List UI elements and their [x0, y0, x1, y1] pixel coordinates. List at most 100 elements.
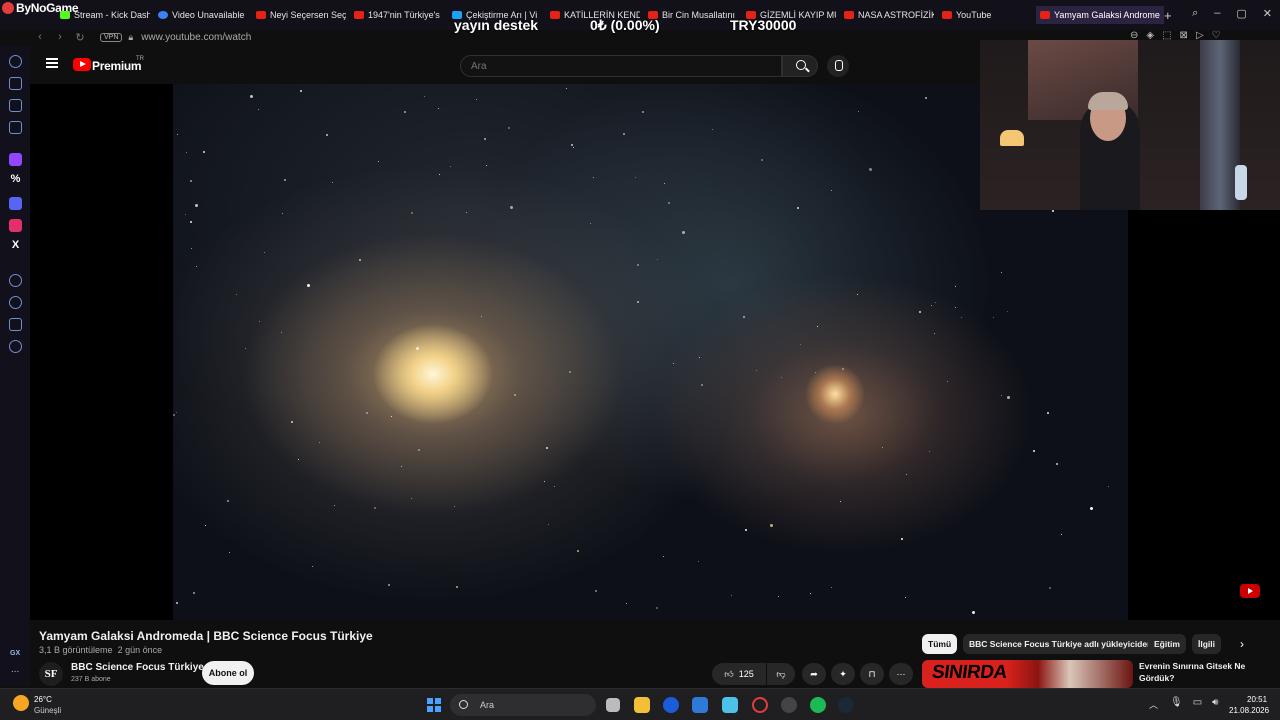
ea-app-icon[interactable] — [663, 697, 679, 713]
search-icon[interactable] — [782, 55, 818, 77]
instagram-icon[interactable] — [9, 219, 22, 232]
star — [245, 348, 246, 349]
weather-description[interactable]: Güneşli — [34, 706, 61, 715]
star — [593, 177, 594, 178]
settings-icon[interactable] — [9, 340, 22, 353]
volume-icon[interactable]: 🔊︎ — [1212, 697, 1218, 708]
like-button[interactable]: 👍︎ 125 — [712, 663, 766, 685]
subscribe-button[interactable]: Abone ol — [202, 661, 254, 685]
star — [544, 481, 545, 482]
star — [931, 305, 932, 306]
star — [657, 259, 658, 260]
x-twitter-icon[interactable]: X — [9, 240, 22, 253]
browser-tab[interactable]: 1947'nin Türkiye's — [350, 6, 448, 24]
star — [1047, 412, 1049, 414]
taskbar-search[interactable]: Ara — [450, 694, 596, 716]
chip-education[interactable]: Eğitim — [1148, 634, 1186, 654]
steam-icon[interactable] — [838, 697, 854, 713]
maximize-icon[interactable]: ▢ — [1236, 7, 1246, 20]
star — [191, 248, 192, 249]
bookmark-icon: ⊓ — [868, 668, 876, 679]
hamburger-menu-icon[interactable] — [46, 58, 58, 68]
minimize-icon[interactable]: – — [1214, 7, 1220, 20]
star — [548, 524, 549, 525]
chip-all[interactable]: Tümü — [922, 634, 958, 654]
speed-dial-icon[interactable] — [9, 55, 22, 68]
spotify-icon[interactable] — [810, 697, 826, 713]
history-icon[interactable] — [9, 296, 22, 309]
browser-tab[interactable]: Neyi Seçersen Seç — [252, 6, 350, 24]
browser-tab[interactable]: Video Unavailable — [154, 6, 252, 24]
reload-icon[interactable]: ↻ — [70, 31, 90, 44]
lock-icon[interactable]: 🔒︎ — [128, 32, 133, 43]
sidebar-more-icon[interactable]: ... — [11, 664, 19, 675]
chip-uploader[interactable]: BBC Science Focus Türkiye adlı yükleyici… — [963, 634, 1159, 654]
opera-gx-icon[interactable] — [752, 697, 768, 713]
file-explorer-icon[interactable] — [634, 697, 650, 713]
search-input[interactable] — [460, 55, 782, 77]
more-actions-button[interactable]: ⋯ — [889, 663, 913, 685]
star — [300, 90, 302, 92]
channel-name[interactable]: BBC Science Focus Türkiye — [71, 662, 204, 673]
news-icon[interactable] — [9, 121, 22, 134]
webcam-overlay — [980, 40, 1280, 210]
clock-time[interactable]: 20:51 — [1247, 695, 1267, 704]
donation-goal-target: TRY30000 — [730, 17, 797, 33]
play-circle-icon[interactable] — [9, 274, 22, 287]
share-button[interactable]: ➦ — [802, 663, 826, 685]
browser-tab[interactable]: NASA ASTROFİZİK — [840, 6, 938, 24]
browser-tab-active[interactable]: Yamyam Galaksi Andromed — [1036, 6, 1164, 24]
player-icon[interactable] — [9, 99, 22, 112]
microphone-icon[interactable] — [827, 55, 849, 77]
display-tray-icon[interactable]: ▭ — [1193, 697, 1202, 708]
thumbs-down-icon: 👎︎ — [776, 668, 786, 679]
url-field[interactable]: www.youtube.com/watch — [141, 32, 251, 43]
close-icon[interactable]: ✕ — [1263, 7, 1272, 20]
gx-corner-icon[interactable] — [9, 77, 22, 90]
channel-avatar[interactable]: SF — [39, 662, 63, 686]
youtube-logo-icon[interactable] — [73, 58, 91, 71]
extensions-icon[interactable] — [9, 318, 22, 331]
microphone-tray-icon[interactable]: 🎙︎ — [1170, 697, 1183, 708]
star — [454, 506, 455, 507]
star — [514, 394, 516, 396]
star — [391, 416, 392, 417]
clock-date[interactable]: 21.08.2026 — [1229, 706, 1269, 715]
tray-chevron-up-icon[interactable]: ︿ — [1149, 698, 1158, 711]
chip-related[interactable]: İlgili — [1192, 634, 1221, 654]
task-view-icon[interactable] — [606, 698, 620, 712]
dislike-button[interactable]: 👎︎ — [767, 663, 795, 685]
new-tab-button[interactable]: + — [1164, 8, 1172, 23]
star — [919, 311, 921, 313]
recommended-video-thumbnail[interactable]: SINIRDA — [922, 660, 1133, 688]
star — [701, 384, 703, 386]
weather-temperature[interactable]: 26°C — [34, 695, 52, 704]
percent-icon[interactable]: % — [9, 174, 22, 187]
save-button[interactable]: ⊓ — [860, 663, 884, 685]
star — [307, 284, 310, 287]
back-icon[interactable]: ‹ — [30, 31, 50, 43]
recommended-video-title[interactable]: Evrenin Sınırına Gitsek Ne Gördük? — [1139, 660, 1249, 684]
star — [869, 168, 872, 171]
discord-icon[interactable] — [9, 197, 22, 210]
vpn-badge[interactable]: VPN — [100, 32, 123, 42]
ask-button[interactable]: ✦ — [831, 663, 855, 685]
windows-start-icon[interactable] — [427, 698, 441, 712]
twitch-icon[interactable] — [9, 153, 22, 166]
star — [173, 414, 175, 416]
weather-sun-icon[interactable] — [13, 695, 29, 711]
star — [955, 286, 956, 287]
star — [778, 596, 779, 597]
browser-tab[interactable]: Stream - Kick Dash — [56, 6, 154, 24]
search-tabs-icon[interactable]: ⌕ — [1192, 7, 1198, 20]
photos-icon[interactable] — [722, 697, 738, 713]
star — [905, 597, 906, 598]
browser-tab[interactable]: YouTube — [938, 6, 1036, 24]
chevron-right-icon[interactable]: › — [1240, 637, 1244, 651]
obs-icon[interactable] — [781, 697, 797, 713]
mail-icon[interactable] — [692, 697, 708, 713]
youtube-premium-label[interactable]: Premium — [92, 59, 142, 73]
star — [439, 174, 440, 175]
forward-icon[interactable]: › — [50, 31, 70, 43]
subscriber-count: 237 B abone — [71, 676, 111, 683]
